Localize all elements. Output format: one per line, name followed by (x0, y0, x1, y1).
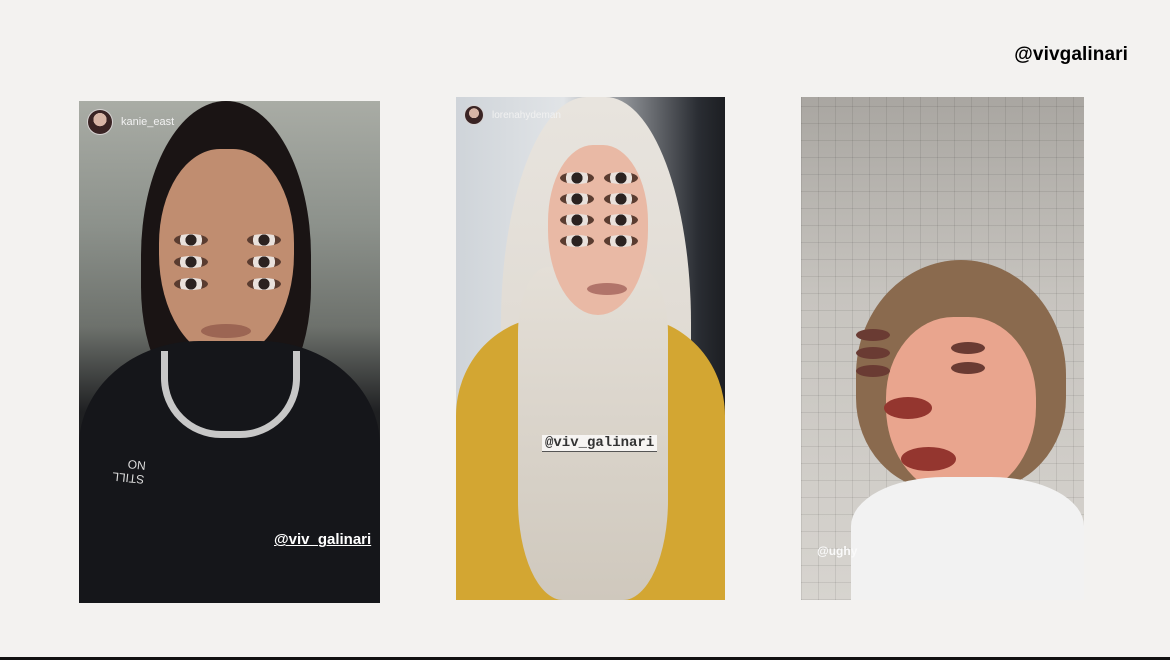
lips (201, 324, 251, 338)
story-photo-2[interactable]: lorenahydeman @viv_galinari (456, 97, 725, 600)
eye-icon (560, 214, 594, 226)
eye-icon (604, 193, 638, 205)
username[interactable]: kanie_east (121, 116, 174, 128)
username[interactable]: lorenahydeman (492, 110, 561, 121)
story-user[interactable]: kanie_east (87, 109, 174, 135)
lips (901, 447, 956, 471)
eye-icon (247, 278, 281, 290)
mention-sticker[interactable]: @ughy (817, 544, 857, 558)
story-photo-1[interactable]: STILL NO kanie_east @viv_galinari (79, 101, 380, 603)
avatar[interactable] (464, 105, 484, 125)
creator-handle: @vivgalinari (1014, 44, 1128, 65)
eye-icon (951, 342, 985, 354)
story-user[interactable]: lorenahydeman (464, 105, 561, 125)
eye-icon (247, 256, 281, 268)
eye-icon (604, 214, 638, 226)
eye-icon (560, 193, 594, 205)
avatar[interactable] (87, 109, 113, 135)
eye-icon (856, 329, 890, 341)
shirt (851, 477, 1084, 600)
story-photo-3[interactable]: @ughy (801, 97, 1084, 600)
eye-icon (604, 235, 638, 247)
eye-icon (560, 172, 594, 184)
eye-icon (856, 347, 890, 359)
eye-icon (174, 256, 208, 268)
mention-sticker[interactable]: @viv_galinari (542, 435, 658, 452)
eye-icon (174, 234, 208, 246)
eye-icon (856, 365, 890, 377)
eye-icon (174, 278, 208, 290)
eye-icon (951, 362, 985, 374)
lips (884, 397, 932, 419)
lips (587, 283, 627, 295)
eye-icon (604, 172, 638, 184)
eye-icon (247, 234, 281, 246)
shirt-print: STILL NO (111, 456, 147, 487)
hair-front (518, 267, 668, 600)
eye-icon (560, 235, 594, 247)
mention-sticker[interactable]: @viv_galinari (274, 531, 371, 548)
